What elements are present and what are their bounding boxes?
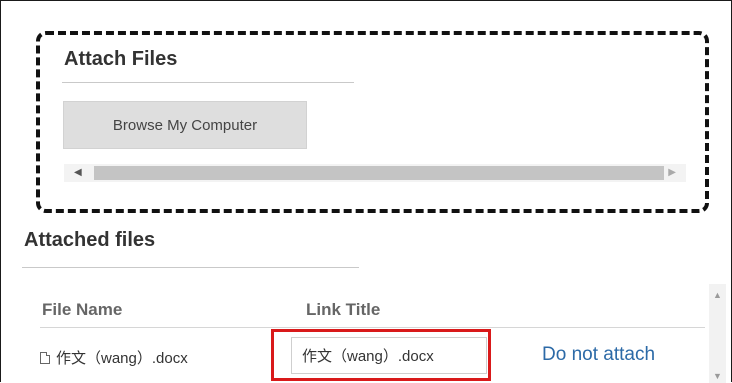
arrow-down-icon[interactable]: ▼	[713, 371, 722, 381]
do-not-attach-link[interactable]: Do not attach	[542, 344, 655, 366]
arrow-left-icon[interactable]: ◀	[74, 167, 82, 178]
attached-files-divider	[22, 267, 359, 268]
file-name-text: 作文（wang）.docx	[56, 350, 188, 367]
vertical-scrollbar[interactable]: ▲ ▼	[709, 284, 726, 383]
column-header-file-name: File Name	[42, 300, 123, 319]
attached-files-heading: Attached files	[24, 229, 156, 251]
table-header-divider	[40, 327, 705, 328]
arrow-up-icon[interactable]: ▲	[713, 290, 722, 300]
arrow-right-icon[interactable]: ▶	[668, 167, 676, 178]
attach-files-heading: Attach Files	[64, 48, 178, 70]
attach-files-divider	[62, 82, 354, 83]
column-header-link-title: Link Title	[306, 300, 381, 319]
horizontal-scrollbar[interactable]: ◀ ▶	[64, 164, 686, 182]
document-icon	[40, 351, 50, 364]
table-row-file-name: 作文（wang）.docx	[40, 347, 188, 368]
scrollbar-thumb[interactable]	[94, 166, 664, 180]
browse-my-computer-button[interactable]: Browse My Computer	[63, 101, 307, 149]
link-title-input[interactable]	[291, 337, 487, 374]
